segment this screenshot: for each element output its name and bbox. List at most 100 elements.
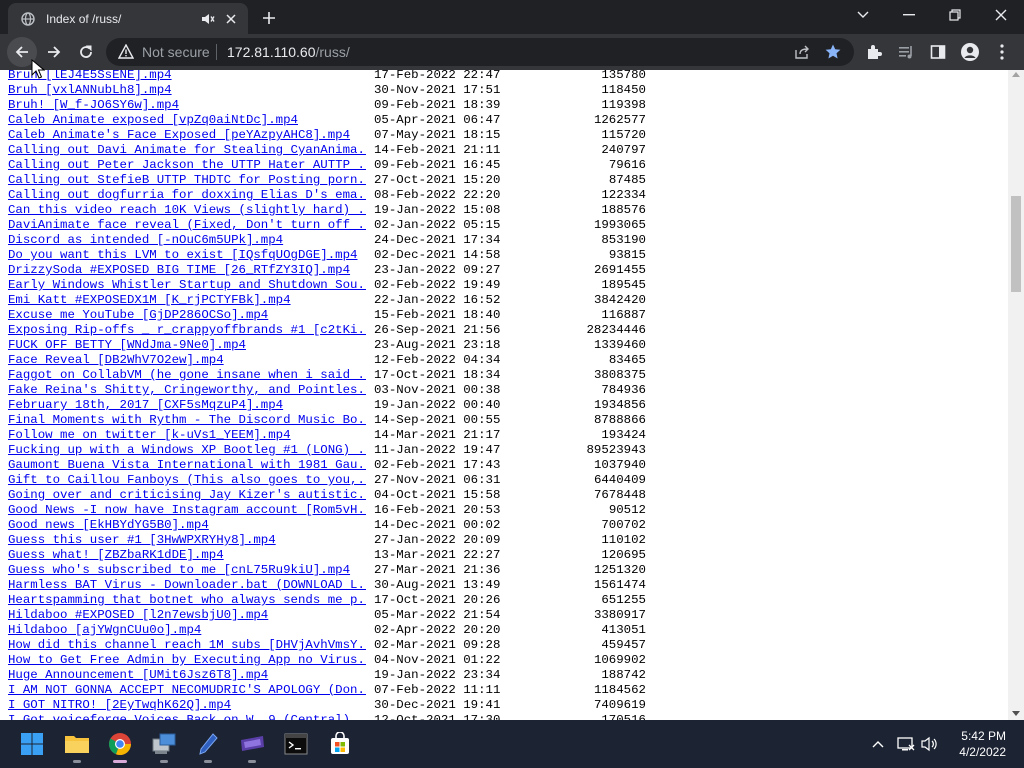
not-secure-label[interactable]: Not secure	[142, 44, 210, 60]
file-link[interactable]: FUCK OFF BETTY [WNdJma-9Ne0].mp4	[8, 338, 366, 353]
file-link[interactable]: Excuse me YouTube [GjDP286OCSo].mp4	[8, 308, 366, 323]
file-link[interactable]: February 18th, 2017 [CXF5sMqzuP4].mp4	[8, 398, 366, 413]
file-link[interactable]: Caleb Animate's Face Exposed [peYAzpyAHC…	[8, 128, 366, 143]
file-link[interactable]: Bruh! [W_f-JO6SY6w].mp4	[8, 98, 366, 113]
file-link[interactable]: Calling out Peter Jackson the UTTP Hater…	[8, 158, 366, 173]
terminal-taskbar-button[interactable]	[280, 728, 312, 760]
file-link[interactable]: Fake Reina's Shitty, Cringeworthy, and P…	[8, 383, 366, 398]
file-link[interactable]: Guess this user #1 [3HwWPXRYHy8].mp4	[8, 533, 366, 548]
file-date: 05-Mar-2022 21:54	[374, 608, 501, 622]
taskbar-clock[interactable]: 5:42 PM 4/2/2022	[959, 728, 1006, 760]
file-link[interactable]: Calling out Davi Animate for Stealing Cy…	[8, 143, 366, 158]
file-link[interactable]: Going over and criticising Jay Kizer's a…	[8, 488, 366, 503]
vertical-scrollbar[interactable]	[1008, 70, 1024, 720]
browser-tab[interactable]: Index of /russ/	[8, 3, 248, 34]
file-date: 02-Feb-2021 17:43	[374, 458, 501, 472]
pen-app-taskbar-button[interactable]	[192, 728, 224, 763]
pen-icon	[199, 733, 218, 755]
listing-row: Caleb Animate exposed [vpZq0aiNtDc].mp4 0…	[8, 113, 646, 128]
url-text[interactable]: 172.81.110.60/russ/	[227, 44, 350, 60]
file-link[interactable]: I AM NOT GONNA ACCEPT NECOMUDRIC'S APOLO…	[8, 683, 366, 698]
file-link[interactable]: I GOT NITRO! [2EyTwqhK62Q].mp4	[8, 698, 366, 713]
file-size: 188742	[601, 668, 646, 682]
chrome-taskbar-button[interactable]	[104, 728, 136, 763]
file-explorer-taskbar-button[interactable]	[61, 728, 93, 763]
file-date: 26-Sep-2021 21:56	[374, 323, 501, 337]
listing-row: Guess this user #1 [3HwWPXRYHy8].mp4 27-J…	[8, 533, 646, 548]
file-link[interactable]: Calling out dogfurria for doxxing Elias …	[8, 188, 366, 203]
file-link[interactable]: Emi Katt #EXPOSEDX1M [K_rjPCTYFBk].mp4	[8, 293, 366, 308]
file-date: 24-Dec-2021 17:34	[374, 233, 501, 247]
volume-icon[interactable]	[920, 734, 940, 754]
file-size: 6440409	[593, 473, 646, 487]
file-size: 784936	[601, 383, 646, 397]
menu-kebab-icon[interactable]	[992, 42, 1012, 62]
address-bar[interactable]: Not secure 172.81.110.60/russ/	[106, 38, 854, 66]
store-taskbar-button[interactable]	[324, 728, 356, 760]
file-link[interactable]: Hildaboo #EXPOSED [l2n7ewsbjU0].mp4	[8, 608, 366, 623]
file-link[interactable]: Good news [EkHBYdYG5B0].mp4	[8, 518, 366, 533]
file-link[interactable]: Bruh [lEJ4E5SsENE].mp4	[8, 70, 366, 83]
bookmark-star-icon[interactable]	[824, 43, 842, 61]
file-link[interactable]: How did this channel reach 1M subs [DHVj…	[8, 638, 366, 653]
tab-search-button[interactable]	[840, 0, 886, 30]
reload-button[interactable]	[71, 37, 101, 67]
file-link[interactable]: Harmless BAT Virus - Downloader.bat (DOW…	[8, 578, 366, 593]
file-link[interactable]: Discord as intended [-nOuC6m5UPk].mp4	[8, 233, 366, 248]
share-icon[interactable]	[794, 44, 810, 60]
warning-icon[interactable]	[117, 43, 135, 60]
file-link[interactable]: Caleb Animate exposed [vpZq0aiNtDc].mp4	[8, 113, 366, 128]
file-link[interactable]: Fucking up with a Windows XP Bootleg #1 …	[8, 443, 366, 458]
file-date: 13-Mar-2021 22:27	[374, 548, 501, 562]
scroll-up-arrow-icon[interactable]	[1012, 72, 1020, 77]
file-link[interactable]: How to Get Free Admin by Executing App n…	[8, 653, 366, 668]
file-size: 7409619	[593, 698, 646, 712]
file-link[interactable]: Face Reveal [DB2WhV7O2ew].mp4	[8, 353, 366, 368]
minimize-button[interactable]	[886, 0, 932, 30]
file-link[interactable]: I Got voiceforge Voices Back on W..9 (Ce…	[8, 713, 366, 720]
file-link[interactable]: Good News -I now have Instagram account …	[8, 503, 366, 518]
file-link[interactable]: Huge Announcement [UMit6Jsz6T8].mp4	[8, 668, 366, 683]
file-date: 03-Nov-2021 00:38	[374, 383, 501, 397]
file-link[interactable]: Do you want this LVM to exist [IQsfqUOgD…	[8, 248, 366, 263]
scroll-down-arrow-icon[interactable]	[1012, 711, 1020, 716]
file-link[interactable]: Can this video reach 10K Views (slightly…	[8, 203, 366, 218]
file-link[interactable]: Guess who's subscribed to me [cnL75Ru9ki…	[8, 563, 366, 578]
close-tab-icon[interactable]	[222, 10, 240, 28]
file-link[interactable]: Faggot on CollabVM (he gone insane when …	[8, 368, 366, 383]
file-link[interactable]: DaviAnimate face reveal (Fixed, Don't tu…	[8, 218, 366, 233]
file-link[interactable]: Early Windows Whistler Startup and Shutd…	[8, 278, 366, 293]
vm-app-taskbar-button[interactable]	[148, 728, 180, 763]
listing-row: Can this video reach 10K Views (slightly…	[8, 203, 646, 218]
file-link[interactable]: Exposing Rip-offs _ r_crappyoffbrands #1…	[8, 323, 366, 338]
side-panel-icon[interactable]	[928, 42, 948, 62]
new-tab-button[interactable]	[258, 7, 280, 29]
speaker-icon[interactable]	[200, 11, 216, 27]
file-link[interactable]: Guess what! [ZBZbaRK1dDE].mp4	[8, 548, 366, 563]
file-link[interactable]: Bruh [vxlANNubLh8].mp4	[8, 83, 366, 98]
file-link[interactable]: DrizzySoda #EXPOSED BIG TIME [26_RTfZY3I…	[8, 263, 366, 278]
file-link[interactable]: Calling out StefieB UTTP THDTC for Posti…	[8, 173, 366, 188]
scrollbar-thumb[interactable]	[1011, 196, 1021, 292]
restore-button[interactable]	[932, 0, 978, 30]
media-control-icon[interactable]	[896, 42, 916, 62]
close-window-button[interactable]	[978, 0, 1024, 30]
file-link[interactable]: Gift to Caillou Fanboys (This also goes …	[8, 473, 366, 488]
file-link[interactable]: Hildaboo [ajYWgnCUu0o].mp4	[8, 623, 366, 638]
file-link[interactable]: Final Moments with Rythm - The Discord M…	[8, 413, 366, 428]
network-icon[interactable]	[896, 734, 916, 754]
running-indicator	[248, 760, 256, 763]
listing-row: How did this channel reach 1M subs [DHVj…	[8, 638, 646, 653]
start-button[interactable]	[16, 728, 48, 760]
purple-app-taskbar-button[interactable]	[236, 728, 268, 763]
file-link[interactable]: Follow me on twitter [k-uVs1_YEEM].mp4	[8, 428, 366, 443]
listing-row: Excuse me YouTube [GjDP286OCSo].mp4 15-Fe…	[8, 308, 646, 323]
file-size: 1934856	[593, 398, 646, 412]
extensions-icon[interactable]	[864, 42, 884, 62]
chevron-up-icon[interactable]	[868, 734, 888, 754]
chrome-icon	[108, 733, 132, 756]
file-link[interactable]: Heartspamming that botnet who always sen…	[8, 593, 366, 608]
profile-icon[interactable]	[960, 42, 980, 62]
file-size: 413051	[601, 623, 646, 637]
file-link[interactable]: Gaumont Buena Vista International with 1…	[8, 458, 366, 473]
